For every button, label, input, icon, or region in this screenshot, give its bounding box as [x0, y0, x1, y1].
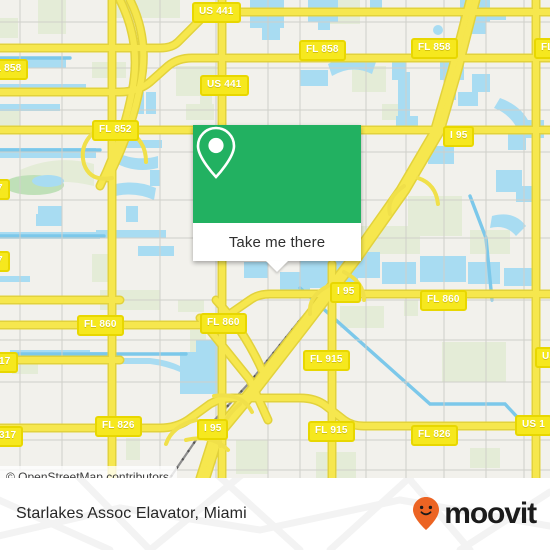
card-pin-area: [193, 125, 361, 223]
map-screen: US 441 FL 858 FL 858 FL L 858 US 441 FL 852 I 9…: [0, 0, 550, 550]
road-shield: 7: [0, 179, 10, 200]
place-name: Starlakes Assoc Elavator, Miami: [16, 505, 247, 522]
moovit-logo[interactable]: moovit: [411, 496, 537, 532]
road-shield: FL 858: [411, 38, 458, 59]
moovit-wordmark: moovit: [444, 497, 537, 530]
road-shield: FL: [534, 38, 550, 59]
map-canvas[interactable]: US 441 FL 858 FL 858 FL L 858 US 441 FL 852 I 9…: [0, 0, 550, 478]
road-shield: FL 826: [411, 425, 458, 446]
road-shield: FL 852: [92, 120, 139, 141]
road-shield: I 95: [330, 282, 362, 303]
take-me-there-label: Take me there: [228, 233, 326, 251]
road-shield: I 95: [443, 126, 475, 147]
road-shield: L 858: [0, 59, 29, 80]
road-shield: FL 860: [200, 313, 247, 334]
road-shield: US 1: [515, 415, 550, 436]
road-shield: FL 826: [95, 416, 142, 437]
card-action-area[interactable]: Take me there: [193, 223, 361, 261]
road-shield: FL 860: [420, 290, 467, 311]
card-pointer-tip: [266, 261, 288, 272]
road-shield: US 441: [200, 75, 249, 96]
road-shield: 7: [0, 251, 10, 272]
road-shield: FL 858: [299, 40, 346, 61]
road-shield: FL 915: [308, 421, 355, 442]
osm-attribution[interactable]: © OpenStreetMap contributors: [0, 466, 177, 478]
moovit-smiley-pin-icon: [413, 497, 440, 530]
footer-bar: Starlakes Assoc Elavator, Miami moovit: [0, 478, 550, 550]
road-shield: 317: [0, 426, 24, 447]
road-shield: 17: [0, 352, 18, 373]
location-pin-icon: [196, 126, 236, 179]
road-shield: FL 915: [303, 350, 350, 371]
road-shield: I 95: [197, 419, 229, 440]
road-shield: US 441: [192, 2, 241, 23]
take-me-there-card[interactable]: Take me there: [193, 125, 361, 272]
road-shield: US: [535, 347, 550, 368]
road-shield: FL 860: [77, 315, 124, 336]
